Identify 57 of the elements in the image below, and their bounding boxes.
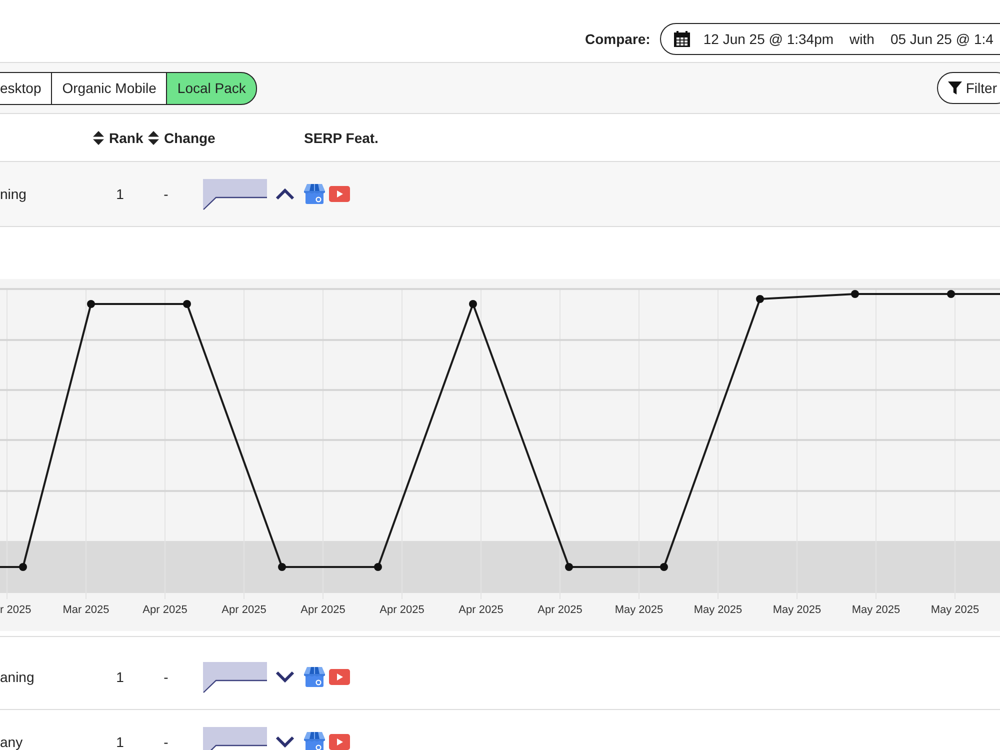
tab[interactable]: esktop: [0, 72, 52, 104]
x-axis-label: Apr 2025: [222, 604, 266, 616]
video-play-icon: [329, 186, 350, 202]
column-header[interactable]: Rank: [93, 130, 144, 146]
x-axis-label: May 2025: [772, 604, 822, 616]
data-point: [19, 563, 27, 571]
data-point: [278, 563, 286, 571]
change-cell: -: [164, 669, 168, 685]
change-cell: -: [164, 186, 168, 202]
chevron-up-icon[interactable]: [275, 188, 295, 200]
joiner-text: with: [850, 31, 874, 47]
rank-cell: 1: [116, 186, 124, 202]
data-point: [469, 300, 477, 308]
x-axis-label: May 2025: [694, 604, 742, 616]
x-axis-label: Apr 2025: [458, 604, 504, 616]
chevron-down-icon[interactable]: [275, 736, 295, 748]
store-icon: [304, 184, 325, 204]
data-point: [183, 300, 191, 308]
filter-icon: [948, 81, 962, 95]
rank-cell: 1: [116, 734, 124, 750]
x-axis-label: Apr 2025: [538, 604, 582, 616]
x-axis-label: Mar 2025: [62, 604, 110, 616]
x-axis-label: r 2025: [0, 604, 32, 616]
keyword-cell: aning: [0, 669, 34, 685]
x-axis-label: May 2025: [614, 604, 664, 616]
video-play-icon: [329, 669, 350, 685]
x-axis-label: Apr 2025: [380, 604, 424, 616]
data-point: [374, 563, 382, 571]
rank-cell: 1: [116, 669, 124, 685]
store-icon: [304, 667, 325, 687]
data-point: [565, 563, 573, 571]
date-range-picker[interactable]: 12 Jun 25 @ 1:34pm with 05 Jun 25 @ 1:4: [660, 23, 1000, 55]
data-point: [947, 290, 955, 298]
column-header: SERP Feat.: [304, 130, 378, 146]
x-axis-label: May 2025: [852, 604, 900, 616]
end-date: 05 Jun 25 @ 1:4: [890, 31, 994, 47]
compare-label: Compare:: [585, 31, 650, 47]
tab[interactable]: Local Pack: [166, 72, 257, 104]
trend-sparkline: [203, 178, 267, 210]
data-point: [87, 300, 95, 308]
x-axis-label: Apr 2025: [142, 604, 188, 616]
x-axis-label: Apr 2025: [300, 604, 346, 616]
filter-button[interactable]: Filter: [936, 72, 1000, 104]
calendar-icon: [674, 31, 690, 47]
keyword-cell: ning: [0, 186, 26, 202]
chevron-down-icon[interactable]: [275, 671, 295, 683]
x-axis-label: May 2025: [930, 604, 980, 616]
trend-sparkline: [203, 726, 267, 750]
trend-sparkline: [203, 662, 267, 692]
data-point: [851, 290, 859, 298]
data-point: [660, 563, 668, 571]
column-header[interactable]: Change: [148, 130, 216, 146]
data-point: [756, 295, 764, 303]
change-cell: -: [164, 734, 168, 750]
keyword-cell: any: [0, 734, 23, 750]
start-date: 12 Jun 25 @ 1:34pm: [703, 31, 834, 47]
tab[interactable]: Organic Mobile: [51, 72, 166, 104]
